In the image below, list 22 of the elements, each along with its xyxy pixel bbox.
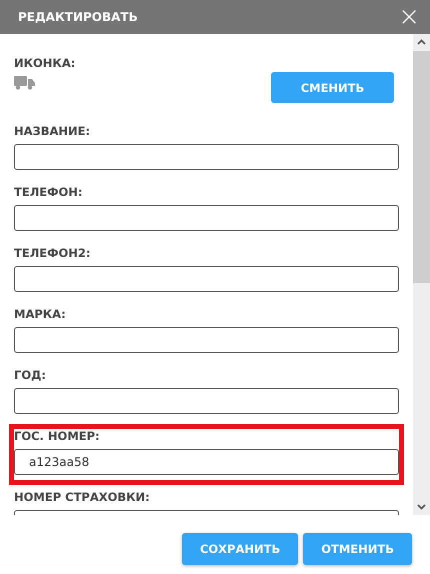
input-field[interactable]	[14, 205, 399, 231]
field-label: ГОС. НОМЕР:	[14, 429, 101, 443]
change-button[interactable]: СМЕНИТЬ	[271, 72, 394, 103]
scrollbar[interactable]	[413, 34, 430, 515]
input-field[interactable]: a123aa58	[14, 449, 399, 475]
input-field[interactable]	[14, 327, 399, 353]
input-field[interactable]	[14, 388, 399, 414]
field-label: ГОД:	[14, 368, 47, 382]
window-title: РЕДАКТИРОВАТЬ	[18, 10, 138, 24]
field-label: ИКОНКА:	[14, 56, 76, 70]
dialog-button[interactable]: СОХРАНИТЬ	[182, 533, 298, 565]
scroll-thumb[interactable]	[413, 51, 430, 283]
dialog-button[interactable]: ОТМЕНИТЬ	[303, 533, 412, 565]
field-label: ТЕЛЕФОН:	[14, 185, 84, 199]
input-field[interactable]	[14, 266, 399, 292]
truck-icon	[14, 76, 35, 90]
field-label: МАРКА:	[14, 307, 67, 321]
close-button[interactable]: ×	[394, 4, 424, 30]
field-label: НОМЕР СТРАХОВКИ:	[14, 490, 151, 504]
field-label: НАЗВАНИЕ:	[14, 124, 92, 138]
field-label: ТЕЛЕФОН2:	[14, 246, 92, 260]
input-field[interactable]	[14, 144, 399, 170]
